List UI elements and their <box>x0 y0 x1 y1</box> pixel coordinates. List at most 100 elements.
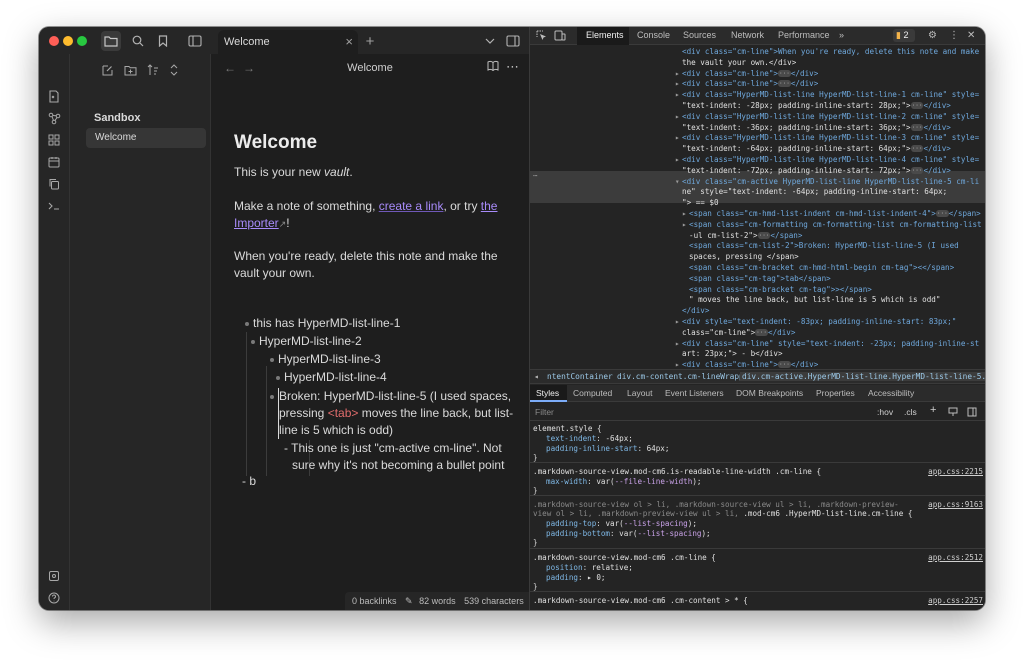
devtools-more-icon[interactable]: ⋮ <box>949 30 959 41</box>
dom-node-line[interactable]: -ul cm-list-2">···</span> <box>689 231 802 242</box>
importer-link-part1[interactable]: the <box>481 199 498 213</box>
devtools-close-icon[interactable]: ✕ <box>967 30 975 41</box>
list-item-5-active[interactable]: Broken: HyperMD-list-line-5 (I used spac… <box>278 388 518 439</box>
collapsed-content-ellipsis[interactable]: ··· <box>778 80 791 88</box>
search-icon[interactable] <box>128 31 148 51</box>
device-toolbar-icon[interactable] <box>554 30 566 41</box>
create-link[interactable]: create a link <box>379 199 444 213</box>
rule-source-link[interactable]: app.css:2257 <box>928 596 983 606</box>
dom-node-line[interactable]: ▸ <div class="cm-line">···</div> <box>675 79 818 90</box>
tab-computed[interactable]: Computed <box>573 388 612 398</box>
dom-node-line[interactable]: "> == $0 <box>682 198 719 209</box>
style-rule-element[interactable]: element.style { text-indent: -64px; padd… <box>530 421 985 463</box>
tab-accessibility[interactable]: Accessibility <box>868 388 914 398</box>
sort-icon[interactable] <box>145 62 161 78</box>
new-note-icon[interactable] <box>99 62 115 78</box>
sidebar-toggle-icon[interactable] <box>185 31 205 51</box>
dom-node-line[interactable]: </div> <box>682 306 709 317</box>
dom-node-line[interactable]: spaces, pressing </span> <box>689 252 799 263</box>
dom-node-line[interactable]: ▸ <div class="cm-line">···</div> <box>675 69 818 80</box>
tab-network[interactable]: Network <box>731 30 764 40</box>
rule-source-link[interactable]: app.css:9163 <box>928 500 983 510</box>
add-rule-button[interactable]: + <box>930 404 936 416</box>
breadcrumb-item-selected[interactable]: div.cm-active.HyperMD-list-line.HyperMD-… <box>740 372 985 381</box>
expand-arrow-icon[interactable]: ▸ <box>682 209 687 220</box>
folder-icon[interactable] <box>101 31 121 51</box>
dom-node-line[interactable]: <span class="cm-tag">tab</span> <box>689 274 831 285</box>
expand-arrow-icon[interactable]: ▸ <box>675 90 680 101</box>
inspect-element-icon[interactable] <box>536 30 547 41</box>
right-sidebar-toggle-icon[interactable] <box>503 31 523 51</box>
breadcrumb-scroll-left-icon[interactable]: ◂ <box>534 372 539 381</box>
collapsed-content-ellipsis[interactable]: ··· <box>778 361 791 369</box>
sidebar-toggle-icon[interactable] <box>967 407 977 417</box>
open-quick-switcher-icon[interactable] <box>46 88 62 104</box>
dom-node-line[interactable]: ▸ <div class="HyperMD-list-line HyperMD-l… <box>675 90 979 101</box>
class-toggle[interactable]: .cls <box>904 407 917 417</box>
dom-node-line[interactable]: art: 23px;"> - b</div> <box>682 349 783 360</box>
new-folder-icon[interactable] <box>122 62 138 78</box>
dom-node-line[interactable]: <span class="cm-bracket cm-hmd-html-begi… <box>689 263 954 274</box>
dom-node-line[interactable]: ne" style="text-indent: -64px; padding-i… <box>682 187 947 198</box>
tab-elements[interactable]: Elements <box>586 30 624 40</box>
dom-node-line[interactable]: ▸ <div class="HyperMD-list-line HyperMD-l… <box>675 155 979 166</box>
breadcrumb-item[interactable]: ntentContainer <box>547 372 613 381</box>
paint-icon[interactable] <box>948 407 958 417</box>
collapsed-content-ellipsis[interactable]: ··· <box>910 166 924 174</box>
rule-declaration[interactable]: max-width: var(--file-line-width); <box>546 477 702 487</box>
tab-close-icon[interactable]: × <box>345 34 353 49</box>
dom-node-line[interactable]: ▸ <div class="HyperMD-list-line HyperMD-l… <box>675 133 979 144</box>
dom-node-line[interactable]: ▸ <div class="HyperMD-list-line HyperMD-l… <box>675 112 979 123</box>
dom-node-line[interactable]: ▸ <span class="cm-formatting cm-formattin… <box>682 220 982 231</box>
css-variable[interactable]: --file-line-width <box>615 477 693 486</box>
style-rule[interactable]: .markdown-source-view.mod-cm6.is-readabl… <box>530 464 985 496</box>
tab-performance[interactable]: Performance <box>778 30 830 40</box>
dom-node-line[interactable]: <span class="cm-list-2">Broken: HyperMD-… <box>689 241 959 252</box>
copy-icon[interactable] <box>46 176 62 192</box>
graph-view-icon[interactable] <box>46 110 62 126</box>
dom-tree[interactable]: ⋯ <div class="cm-line">When you're ready… <box>530 45 985 369</box>
rule-declaration[interactable]: padding-bottom: var(--list-spacing); <box>546 529 711 539</box>
tab-dom-breakpoints[interactable]: DOM Breakpoints <box>736 388 803 398</box>
view-title[interactable]: Welcome <box>211 62 529 74</box>
rule-source-link[interactable]: app.css:2512 <box>928 553 983 563</box>
dom-node-line[interactable]: "text-indent: -72px; padding-inline-star… <box>682 166 951 177</box>
dom-node-line[interactable]: ▾ <div class="cm-active HyperMD-list-line… <box>675 177 979 188</box>
expand-arrow-icon[interactable]: ▸ <box>675 79 680 90</box>
rule-declaration[interactable]: padding-top: var(--list-spacing); <box>546 519 697 529</box>
collapsed-content-ellipsis[interactable]: ··· <box>757 231 771 239</box>
expand-arrow-icon[interactable]: ▸ <box>675 339 680 350</box>
calendar-icon[interactable] <box>46 154 62 170</box>
dom-node-line[interactable]: <span class="cm-bracket cm-tag">></span> <box>689 285 872 296</box>
collapsed-content-ellipsis[interactable]: ··· <box>935 210 949 217</box>
bookmark-icon[interactable] <box>153 31 173 51</box>
style-rule[interactable]: .markdown-source-view.mod-cm6 .cm-conten… <box>530 593 985 610</box>
tab-sources[interactable]: Sources <box>683 30 716 40</box>
chevron-down-icon[interactable] <box>480 31 500 51</box>
more-tabs-button[interactable]: » <box>839 30 844 40</box>
close-window-button[interactable] <box>49 36 59 46</box>
dom-node-line[interactable]: ▸ <span class="cm-hmd-list-indent cm-hmd-… <box>682 209 981 220</box>
dom-node-line[interactable]: the vault your own.</div> <box>682 58 796 69</box>
tab-properties[interactable]: Properties <box>816 388 855 398</box>
dom-node-line[interactable]: ▸ <div class="cm-line">···</div> <box>675 360 818 369</box>
collapsed-content-ellipsis[interactable]: ··· <box>910 102 924 109</box>
more-options-icon[interactable]: ⋯ <box>506 59 519 75</box>
new-tab-button[interactable]: + <box>360 31 380 51</box>
expand-arrow-icon[interactable]: ▸ <box>675 112 680 123</box>
expand-arrow-icon[interactable]: ▸ <box>682 220 687 231</box>
rule-declaration[interactable]: padding: ▸ 0; <box>546 573 605 583</box>
collapsed-content-ellipsis[interactable]: ··· <box>910 123 924 131</box>
vault-switcher-icon[interactable] <box>46 568 62 584</box>
devtools-settings-gear-icon[interactable]: ⚙ <box>928 30 937 41</box>
css-variable[interactable]: --list-spacing <box>624 519 688 528</box>
dom-node-line[interactable]: class="cm-line">···</div> <box>682 328 795 339</box>
rule-source-link[interactable]: app.css:2215 <box>928 467 983 477</box>
dom-node-line[interactable]: ▸ <div class="cm-line" style="text-indent… <box>675 339 979 350</box>
tab-styles[interactable]: Styles <box>536 388 559 398</box>
expand-arrow-icon[interactable]: ▸ <box>675 69 680 80</box>
rule-declaration[interactable]: padding-inline-start: 64px; <box>546 444 669 454</box>
breadcrumb-item[interactable]: div.cm-content.cm-lineWrapping <box>617 372 758 381</box>
issues-badge[interactable]: ▮ 2 <box>893 29 915 42</box>
tab-event-listeners[interactable]: Event Listeners <box>665 388 724 398</box>
